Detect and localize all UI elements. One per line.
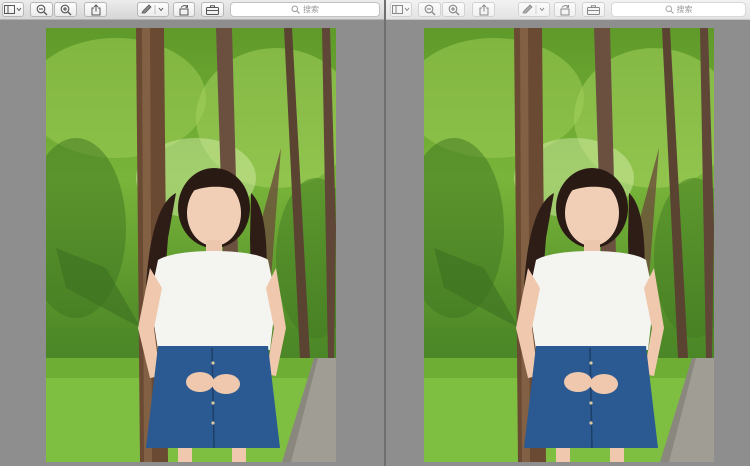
sidebar-toggle-icon — [4, 5, 22, 14]
photo-girl-in-park — [424, 28, 714, 462]
zoom-in-button[interactable] — [442, 2, 465, 17]
toolbar: 搜索 — [0, 0, 384, 20]
screen: 搜索 搜索 — [0, 0, 750, 466]
markup-button[interactable] — [137, 2, 169, 17]
markup-pen-icon — [521, 4, 547, 15]
toolbox-button[interactable] — [201, 2, 224, 17]
zoom-out-button[interactable] — [418, 2, 441, 17]
sidebar-toggle-button[interactable] — [390, 2, 412, 17]
search-icon — [291, 1, 300, 19]
share-icon — [91, 3, 101, 16]
document-page — [424, 28, 714, 462]
search-field[interactable]: 搜索 — [611, 2, 746, 17]
toolbox-icon — [206, 4, 219, 15]
markup-button[interactable] — [518, 2, 550, 17]
search-icon — [665, 1, 674, 19]
zoom-out-icon — [424, 4, 436, 16]
preview-window-right: 搜索 — [386, 0, 750, 466]
sidebar-toggle-icon — [392, 5, 410, 14]
zoom-out-button[interactable] — [30, 2, 53, 17]
photo-girl-in-park — [46, 28, 336, 462]
share-icon — [479, 3, 489, 16]
zoom-in-button[interactable] — [54, 2, 77, 17]
rotate-button[interactable] — [554, 2, 576, 17]
document-page — [46, 28, 336, 462]
toolbox-icon — [587, 4, 600, 15]
preview-window-left: 搜索 — [0, 0, 384, 466]
markup-pen-icon — [140, 4, 166, 15]
toolbar: 搜索 — [386, 0, 750, 20]
zoom-out-icon — [36, 4, 48, 16]
rotate-icon — [178, 4, 190, 16]
share-button[interactable] — [472, 2, 495, 17]
search-placeholder: 搜索 — [303, 4, 319, 14]
zoom-in-icon — [60, 4, 72, 16]
search-placeholder: 搜索 — [676, 4, 693, 14]
zoom-in-icon — [448, 4, 460, 16]
sidebar-toggle-button[interactable] — [2, 2, 24, 17]
share-button[interactable] — [84, 2, 107, 17]
rotate-button[interactable] — [173, 2, 195, 17]
search-field[interactable]: 搜索 — [230, 2, 380, 17]
rotate-icon — [559, 4, 571, 16]
toolbox-button[interactable] — [582, 2, 605, 17]
